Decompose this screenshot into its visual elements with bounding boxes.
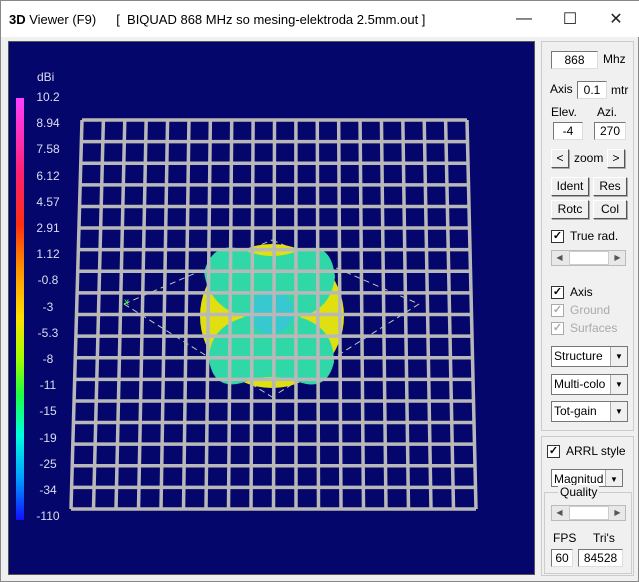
axis-input[interactable]: 0.1: [577, 81, 607, 99]
check-icon: ✓: [551, 285, 564, 299]
azimuth-input[interactable]: 270: [594, 122, 626, 140]
surfaces-label: Surfaces: [570, 321, 618, 335]
slider-thumb[interactable]: [569, 251, 609, 265]
title-bar: 3D Viewer (F9) [ BIQUAD 868 MHz so mesin…: [1, 1, 639, 37]
quality-slider[interactable]: ◀ ▶: [551, 505, 626, 521]
chevron-down-icon[interactable]: ▼: [605, 470, 622, 486]
check-icon: ✓: [551, 321, 564, 335]
tris-value: 84528: [578, 549, 623, 567]
elevation-input[interactable]: -4: [553, 122, 583, 140]
gain-type-value: Tot-gain: [554, 404, 597, 418]
true-rad-slider[interactable]: ◀ ▶: [551, 250, 626, 266]
ground-grid: [69, 118, 478, 511]
check-icon: ✓: [551, 229, 564, 243]
ident-button[interactable]: Ident: [551, 177, 589, 196]
check-icon: ✓: [547, 444, 560, 458]
pattern-center: [249, 290, 293, 334]
zoom-out-button[interactable]: <: [551, 149, 569, 168]
grid-line: [271, 119, 277, 510]
quality-label: Quality: [558, 485, 600, 499]
scroll-left-icon[interactable]: ◀: [552, 506, 567, 520]
slider-thumb[interactable]: [569, 506, 609, 520]
true-rad-label: True rad.: [570, 229, 619, 243]
chevron-down-icon[interactable]: ▼: [610, 347, 627, 366]
maximize-button[interactable]: ☐: [547, 1, 593, 37]
true-rad-checkbox[interactable]: ✓ True rad.: [551, 229, 618, 243]
grid-line: [358, 119, 366, 510]
axis-checkbox[interactable]: ✓ Axis: [551, 285, 593, 299]
fps-value: 60: [551, 549, 573, 567]
structure-select[interactable]: Structure ▼: [551, 346, 628, 367]
x-axis-marker: x: [124, 297, 129, 308]
col-button[interactable]: Col: [593, 200, 627, 219]
window-title: 3D Viewer (F9): [9, 11, 97, 27]
grid-line: [315, 119, 321, 510]
zoom-label: zoom: [574, 151, 604, 165]
gain-type-select[interactable]: Tot-gain ▼: [551, 401, 628, 422]
color-mode-select[interactable]: Multi-colo ▼: [551, 374, 628, 395]
ground-checkbox: ✓ Ground: [551, 303, 610, 317]
arrl-style-checkbox[interactable]: ✓ ARRL style: [547, 444, 626, 458]
minimize-button[interactable]: —: [501, 1, 547, 37]
3d-viewport[interactable]: dBi 10.2 8.94 7.58 6.12 4.57 2.91 1.12 -0.8 -3 -5…: [8, 41, 535, 575]
elev-label: Elev.: [551, 105, 577, 119]
file-name: [ BIQUAD 868 MHz so mesing-elektroda 2.5…: [116, 11, 426, 27]
fps-label: FPS: [553, 531, 577, 545]
azi-label: Azi.: [597, 105, 618, 119]
grid-line: [336, 119, 343, 510]
grid-line: [379, 119, 388, 510]
color-mode-value: Multi-colo: [554, 377, 606, 391]
chevron-down-icon[interactable]: ▼: [610, 375, 627, 394]
axis-checkbox-label: Axis: [570, 285, 593, 299]
zoom-in-button[interactable]: >: [607, 149, 625, 168]
surfaces-checkbox: ✓ Surfaces: [551, 321, 617, 335]
res-button[interactable]: Res: [593, 177, 627, 196]
arrl-style-label: ARRL style: [566, 444, 626, 458]
magnitude-value: Magnitud: [554, 472, 604, 486]
ground-label: Ground: [570, 303, 611, 317]
frequency-input[interactable]: 868: [551, 51, 598, 69]
structure-select-value: Structure: [554, 349, 603, 363]
freq-unit-label: Mhz: [603, 52, 626, 66]
close-button[interactable]: ✕: [593, 1, 639, 37]
scroll-right-icon[interactable]: ▶: [610, 251, 625, 265]
axis-unit-label: mtr: [611, 83, 629, 97]
rotc-button[interactable]: Rotc: [551, 200, 589, 219]
tris-label: Tri's: [593, 531, 615, 545]
chevron-down-icon[interactable]: ▼: [610, 402, 627, 421]
check-icon: ✓: [551, 303, 564, 317]
scroll-left-icon[interactable]: ◀: [552, 251, 567, 265]
axis-label: Axis: [550, 82, 573, 96]
scroll-right-icon[interactable]: ▶: [610, 506, 625, 520]
radiation-pattern-scene: x: [69, 118, 478, 511]
